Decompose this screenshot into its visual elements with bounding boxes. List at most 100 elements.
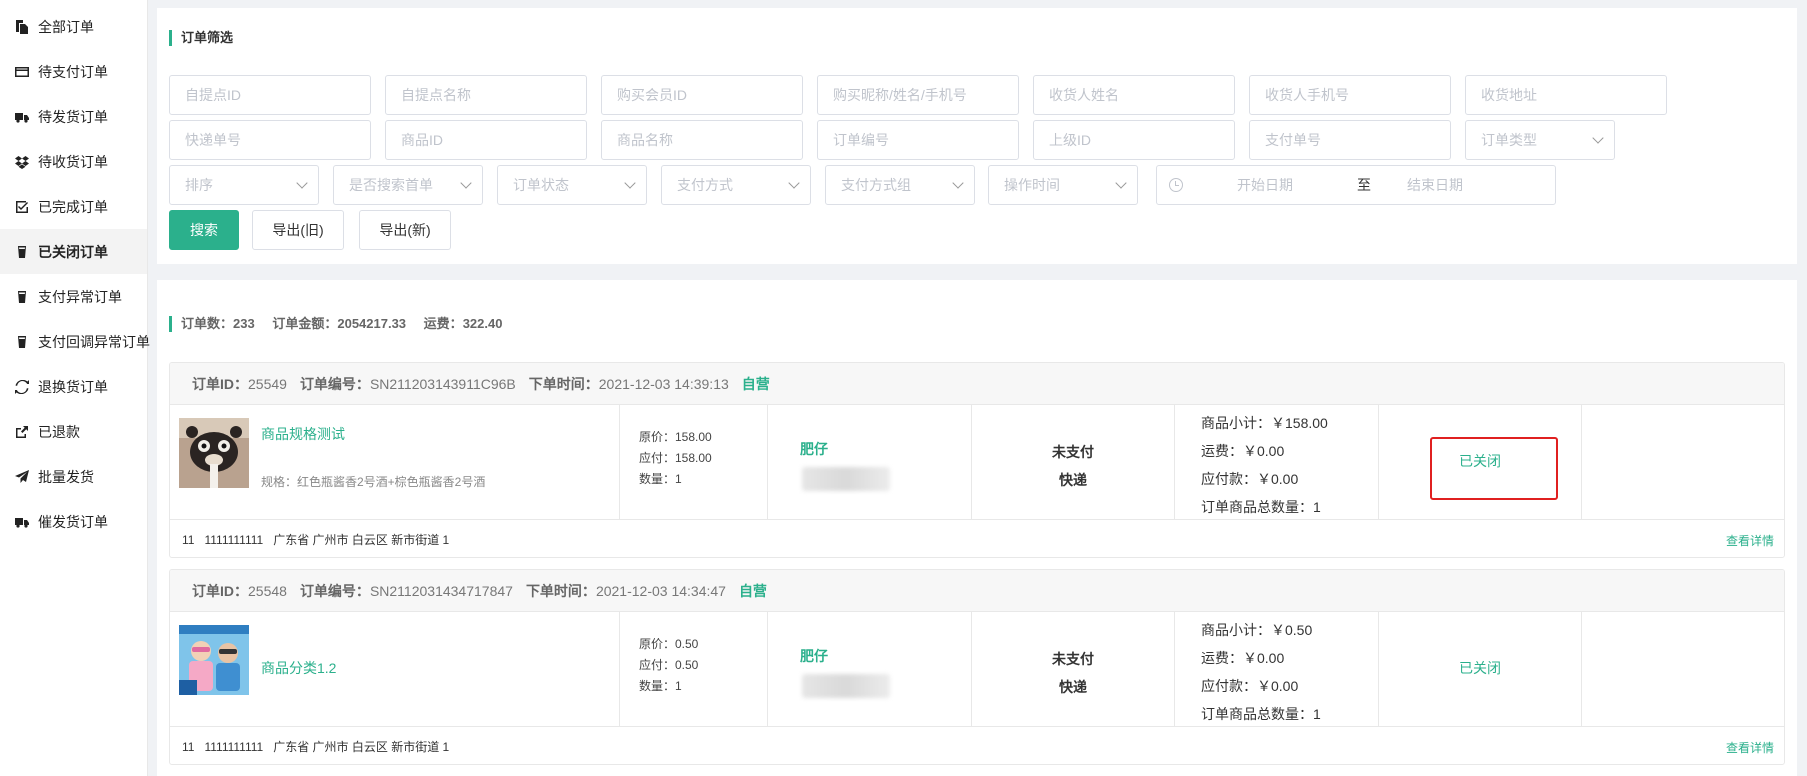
check-square-icon [15, 200, 29, 214]
total-quantity: 订单商品总数量：1 [1201, 706, 1321, 722]
order-status-select-value: 订单状态 [513, 177, 569, 193]
buyer-name-phone-input[interactable]: 购买昵称/姓名/手机号 [817, 75, 1019, 115]
buyer-cell: 肥仔 [768, 612, 972, 726]
sidebar-item-urge-shipment[interactable]: 催发货订单 [0, 499, 147, 544]
payment-method-select[interactable]: 支付方式 [661, 165, 811, 205]
delivery-method: 快递 [1059, 472, 1087, 488]
order-time: 2021-12-03 14:39:13 [598, 375, 729, 392]
product-name-link[interactable]: 商品分类1.2 [261, 658, 336, 678]
sidebar-item-payment-exception[interactable]: 支付异常订单 [0, 274, 147, 319]
sort-select[interactable]: 排序 [169, 165, 319, 205]
operation-time-select[interactable]: 操作时间 [988, 165, 1138, 205]
parent-id-input[interactable]: 上级ID [1033, 120, 1235, 160]
payment-cell: 未支付 快递 [972, 612, 1175, 726]
self-operated-tag: 自营 [741, 375, 770, 392]
price-cell: 原价：158.00 应付：158.00 数量：1 [620, 405, 768, 519]
sidebar-item-callback-exception[interactable]: 支付回调异常订单 [0, 319, 150, 364]
order-freight: 运费：322.40 [423, 316, 503, 331]
start-date-input[interactable]: 开始日期 [1237, 175, 1357, 195]
clock-icon [1169, 178, 1183, 192]
payable-amount: 应付款：￥0.00 [1201, 678, 1299, 694]
truck-icon [15, 515, 29, 529]
product-id-input[interactable]: 商品ID [385, 120, 587, 160]
search-button[interactable]: 搜索 [169, 210, 239, 250]
chevron-down-icon [952, 177, 964, 189]
export-new-button[interactable]: 导出(新) [359, 210, 451, 250]
order-time: 2021-12-03 14:34:47 [595, 582, 726, 599]
order-status-select[interactable]: 订单状态 [497, 165, 647, 205]
sidebar-item-completed[interactable]: 已完成订单 [0, 184, 147, 229]
blurred-buyer-info [802, 467, 890, 491]
sidebar-item-refunded[interactable]: 已退款 [0, 409, 147, 454]
sidebar-item-label: 催发货订单 [38, 513, 108, 530]
freight-amount: 运费：￥0.00 [1201, 443, 1285, 459]
member-id-input[interactable]: 购买会员ID [601, 75, 803, 115]
share-square-icon [15, 425, 29, 439]
pickup-point-name-input[interactable]: 自提点名称 [385, 75, 587, 115]
sidebar-item-pending-receipt[interactable]: 待收货订单 [0, 139, 147, 184]
sidebar: 全部订单 待支付订单 待发货订单 待收货订单 已完成订单 已关闭订单 支付异常订… [0, 0, 150, 776]
product-thumbnail[interactable] [179, 625, 249, 695]
quantity: 数量：1 [639, 679, 682, 693]
payment-method-select-value: 支付方式 [677, 177, 733, 193]
payment-status: 未支付 [1052, 651, 1094, 667]
order-summary: 订单数：233 订单金额：2054217.33 运费：322.40 [169, 316, 516, 332]
cup-icon [15, 335, 29, 349]
sidebar-item-all-orders[interactable]: 全部订单 [0, 4, 147, 49]
buyer-name-link[interactable]: 肥仔 [800, 646, 828, 666]
cup-icon [15, 290, 29, 304]
payment-cell: 未支付 快递 [972, 405, 1175, 519]
sidebar-item-pending-shipment[interactable]: 待发货订单 [0, 94, 147, 139]
product-cell: 商品分类1.2 [170, 612, 620, 726]
product-name-input[interactable]: 商品名称 [601, 120, 803, 160]
payment-number-input[interactable]: 支付单号 [1249, 120, 1451, 160]
quantity: 数量：1 [639, 472, 682, 486]
order-header: 订单ID： 25548 订单编号： SN2112031434717847 下单时间：… [170, 570, 1784, 612]
blurred-buyer-info [802, 674, 890, 698]
order-type-select[interactable]: 订单类型 [1465, 120, 1615, 160]
buyer-name-link[interactable]: 肥仔 [800, 439, 828, 459]
status-cell: 已关闭 [1379, 612, 1582, 726]
receiver-phone-input[interactable]: 收货人手机号 [1249, 75, 1451, 115]
address-name: 11 [182, 532, 195, 547]
view-details-link[interactable]: 查看详情 [1726, 739, 1774, 756]
order-body: 商品规格测试 规格：红色瓶酱香2号酒+棕色瓶酱香2号酒 原价：158.00 应付… [170, 405, 1784, 519]
sidebar-item-label: 已关闭订单 [38, 243, 108, 260]
sidebar-item-pending-payment[interactable]: 待支付订单 [0, 49, 147, 94]
sidebar-item-label: 已退款 [38, 423, 80, 440]
order-number-input[interactable]: 订单编号 [817, 120, 1019, 160]
payment-group-select[interactable]: 支付方式组 [825, 165, 975, 205]
sidebar-item-closed[interactable]: 已关闭订单 [0, 229, 147, 274]
chevron-down-icon [460, 177, 472, 189]
date-range-picker[interactable]: 开始日期 至 结束日期 [1156, 165, 1556, 205]
truck-icon [15, 110, 29, 124]
end-date-input[interactable]: 结束日期 [1407, 175, 1527, 195]
copy-icon [15, 19, 29, 34]
sidebar-item-batch-ship[interactable]: 批量发货 [0, 454, 147, 499]
order-address: 11 1111111111 广东省 广州市 白云区 新市街道 1 查看详情 [170, 726, 1784, 764]
view-details-link[interactable]: 查看详情 [1726, 532, 1774, 549]
order-id: 25548 [248, 582, 287, 599]
delivery-method: 快递 [1059, 679, 1087, 695]
highlight-box [1430, 437, 1558, 500]
actions-cell [1582, 405, 1784, 519]
payment-group-select-value: 支付方式组 [841, 177, 911, 193]
price-cell: 原价：0.50 应付：0.50 数量：1 [620, 612, 768, 726]
order-body: 商品分类1.2 原价：0.50 应付：0.50 数量：1 肥仔 未支付 快递 商… [170, 612, 1784, 726]
receiver-address-input[interactable]: 收货地址 [1465, 75, 1667, 115]
buyer-cell: 肥仔 [768, 405, 972, 519]
paper-plane-icon [15, 469, 29, 484]
sort-select-value: 排序 [185, 177, 213, 193]
actions-cell [1582, 612, 1784, 726]
export-old-button[interactable]: 导出(旧) [252, 210, 344, 250]
first-order-select[interactable]: 是否搜索首单 [333, 165, 483, 205]
receiver-name-input[interactable]: 收货人姓名 [1033, 75, 1235, 115]
product-thumbnail[interactable] [179, 418, 249, 488]
product-spec: 规格：红色瓶酱香2号酒+棕色瓶酱香2号酒 [261, 475, 486, 489]
order-card: 订单ID： 25548 订单编号： SN2112031434717847 下单时间：… [169, 569, 1785, 765]
product-name-link[interactable]: 商品规格测试 [261, 424, 345, 444]
tracking-number-input[interactable]: 快递单号 [169, 120, 371, 160]
pickup-point-id-input[interactable]: 自提点ID [169, 75, 371, 115]
sidebar-item-returns[interactable]: 退换货订单 [0, 364, 147, 409]
order-card: 订单ID： 25549 订单编号： SN211203143911C96B 下单时间：… [169, 362, 1785, 558]
